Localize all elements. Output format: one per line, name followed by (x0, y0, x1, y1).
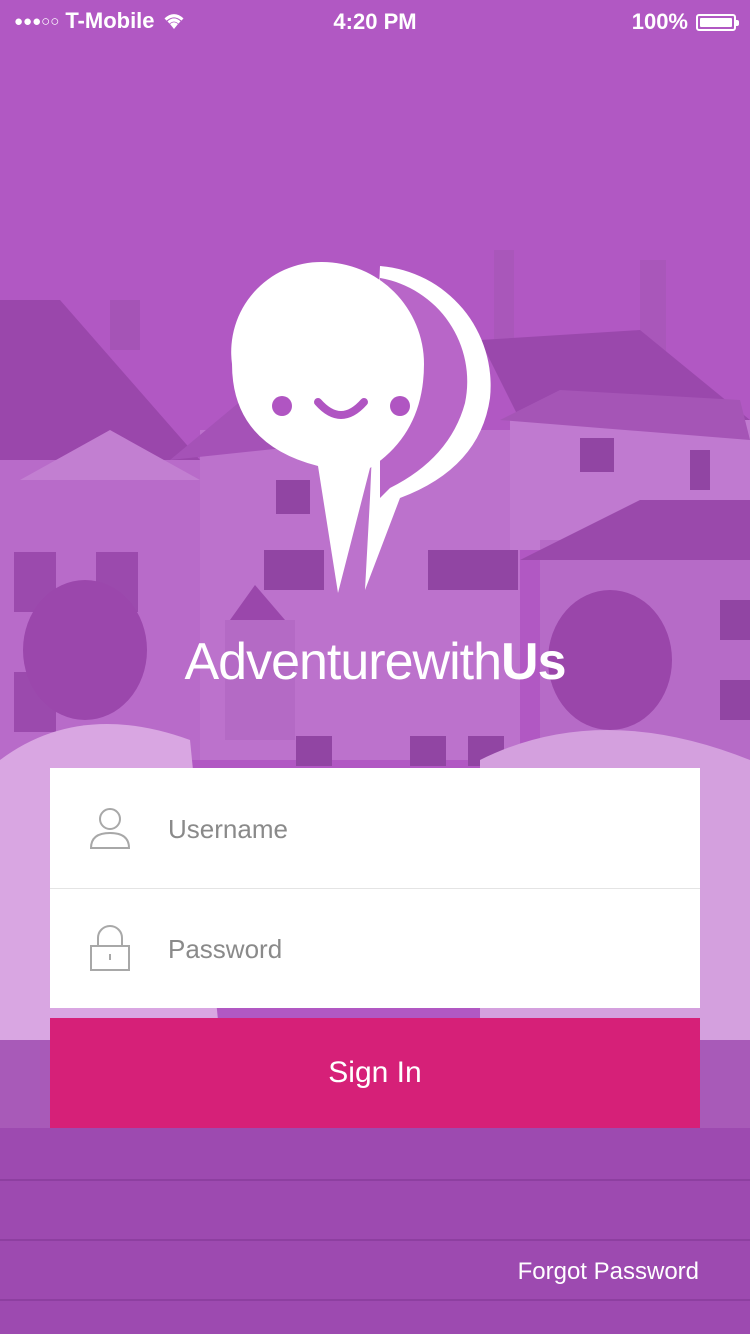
username-input[interactable] (166, 798, 670, 860)
sign-in-button[interactable]: Sign In (50, 1018, 700, 1128)
user-icon (89, 808, 131, 849)
password-input[interactable] (166, 918, 670, 980)
app-title-light: Adventurewith (184, 633, 502, 691)
lock-icon (90, 925, 130, 971)
battery-icon (696, 13, 739, 31)
login-form (50, 768, 700, 1008)
username-field (50, 768, 700, 889)
battery-percentage: 100% (631, 9, 688, 34)
app-title: AdventurewithUs (0, 632, 750, 692)
forgot-password-link[interactable]: Forgot Password (518, 1258, 699, 1286)
smiling-map-pin-icon (231, 261, 491, 593)
app-title-bold: Us (501, 633, 566, 691)
status-bar: ●●●○○ T-Mobile 4:20 PM 100% (0, 0, 750, 44)
password-field (50, 888, 700, 1008)
